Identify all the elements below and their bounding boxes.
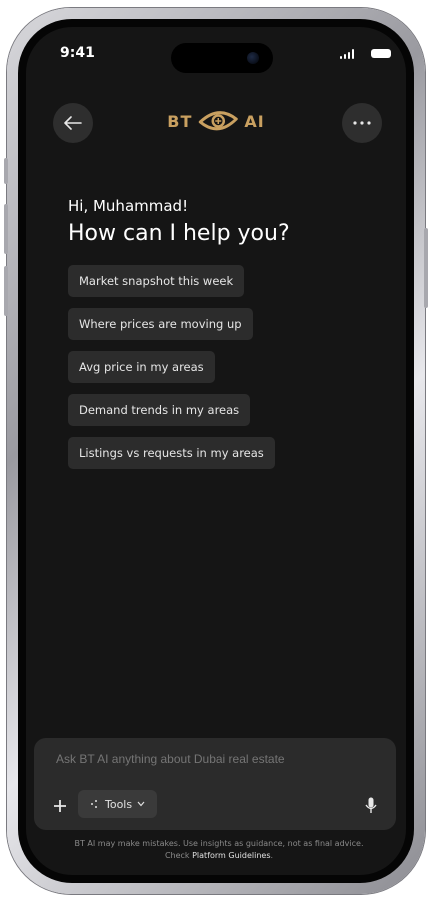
status-time: 9:41 — [60, 45, 95, 61]
volume-down-button — [4, 266, 8, 316]
suggestion-chip-prices-moving-up[interactable]: Where prices are moving up — [68, 308, 253, 340]
signal-icon — [340, 49, 354, 59]
chat-input[interactable] — [56, 752, 376, 766]
microphone-icon — [365, 797, 377, 813]
plus-icon — [54, 800, 66, 812]
tools-label: Tools — [105, 797, 133, 811]
suggestion-list: Market snapshot this week Where prices a… — [68, 265, 275, 480]
status-bar: 9:41 — [26, 27, 406, 77]
disclaimer-text: BT AI may make mistakes. Use insights as… — [34, 838, 404, 862]
disclaimer-line2: Check Platform Guidelines. — [34, 850, 404, 862]
suggestion-chip-listings-vs-requests[interactable]: Listings vs requests in my areas — [68, 437, 275, 469]
arrow-left-icon — [64, 116, 82, 130]
back-button[interactable] — [53, 103, 93, 143]
silent-switch — [4, 158, 8, 184]
more-options-button[interactable] — [342, 103, 382, 143]
eye-logo-icon — [198, 111, 238, 131]
tools-button[interactable]: Tools — [78, 790, 158, 818]
disclaimer-period: . — [270, 851, 274, 860]
chevron-down-icon — [137, 801, 145, 807]
app-logo: BT AI — [167, 109, 264, 133]
disclaimer-check-prefix: Check — [164, 851, 190, 860]
chat-composer: Tools — [34, 738, 396, 830]
greeting-text: Hi, Muhammad! — [68, 197, 189, 215]
disclaimer-line1: BT AI may make mistakes. Use insights as… — [74, 839, 364, 848]
voice-input-button[interactable] — [360, 794, 382, 816]
suggestion-chip-market-snapshot[interactable]: Market snapshot this week — [68, 265, 245, 297]
platform-guidelines-link[interactable]: Platform Guidelines — [192, 851, 270, 860]
logo-text-right: AI — [244, 111, 265, 131]
suggestion-chip-demand-trends[interactable]: Demand trends in my areas — [68, 394, 251, 426]
add-attachment-button[interactable] — [50, 796, 70, 816]
suggestion-chip-avg-price[interactable]: Avg price in my areas — [68, 351, 215, 383]
logo-text-left: BT — [167, 111, 193, 131]
volume-up-button — [4, 204, 8, 254]
power-button — [424, 228, 428, 308]
dynamic-island — [171, 43, 273, 73]
camera-icon — [247, 52, 259, 64]
ellipsis-icon — [353, 121, 371, 125]
app-header: BT AI — [26, 103, 406, 145]
sparkle-icon — [91, 800, 97, 808]
page-title: How can I help you? — [68, 221, 290, 246]
battery-icon — [371, 49, 391, 58]
